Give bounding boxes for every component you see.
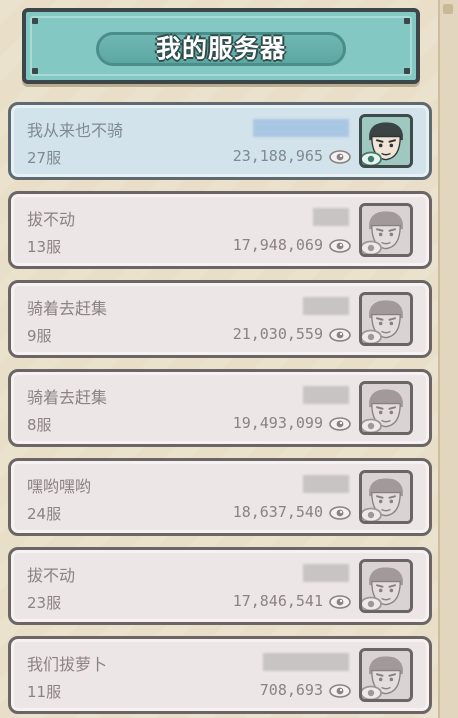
role-name: 拔不动 [27, 566, 76, 585]
hero-avatar-icon [359, 292, 413, 346]
server-card[interactable]: 嘿哟嘿哟 24服 18,637,540 [8, 458, 432, 536]
eye-badge-icon [362, 418, 382, 432]
server-card[interactable]: 拔不动 23服 17,846,541 [8, 547, 432, 625]
eye-badge-icon [362, 151, 382, 165]
server-card[interactable]: 骑着去赶集 8服 19,493,099 [8, 369, 432, 447]
hero-avatar-icon [359, 470, 413, 524]
role-name: 我从来也不骑 [27, 121, 124, 140]
page-title: 我的服务器 [155, 34, 286, 63]
rivet-icon [404, 18, 410, 24]
combat-power: 23,188,965 [232, 147, 323, 165]
power-row: 17,846,541 [233, 592, 351, 610]
power-row: 708,693 [260, 681, 351, 699]
eye-icon [329, 327, 351, 342]
redacted-guild-name [263, 653, 349, 671]
hero-avatar-icon [359, 114, 413, 168]
combat-power: 19,493,099 [232, 414, 323, 432]
power-row: 17,948,069 [233, 236, 351, 254]
power-row: 21,030,559 [233, 325, 351, 343]
redacted-guild-name [303, 475, 349, 493]
eye-icon [329, 149, 351, 164]
server-number: 24服 [27, 505, 62, 523]
power-row: 19,493,099 [233, 414, 351, 432]
eye-icon [329, 416, 351, 431]
hero-avatar-icon [359, 648, 413, 702]
role-name: 骑着去赶集 [27, 299, 108, 318]
server-number: 11服 [27, 683, 62, 701]
hero-avatar-icon [359, 559, 413, 613]
server-number: 23服 [27, 594, 62, 612]
combat-power: 17,846,541 [232, 592, 323, 610]
rivet-icon [32, 68, 38, 74]
redacted-guild-name [313, 208, 349, 226]
redacted-guild-name [303, 386, 349, 404]
redacted-guild-name [253, 119, 349, 137]
server-card[interactable]: 骑着去赶集 9服 21,030,559 [8, 280, 432, 358]
combat-power: 708,693 [259, 681, 323, 699]
server-number: 13服 [27, 238, 62, 256]
power-row: 18,637,540 [233, 503, 351, 521]
server-card[interactable]: 拔不动 13服 17,948,069 [8, 191, 432, 269]
eye-badge-icon [362, 507, 382, 521]
combat-power: 21,030,559 [232, 325, 323, 343]
eye-icon [329, 238, 351, 253]
header-banner: 我的服务器 [22, 8, 420, 84]
redacted-guild-name [303, 297, 349, 315]
eye-badge-icon [362, 329, 382, 343]
server-list: 我从来也不骑 27服 23,188,965 拔不动 13服 17,948,069 骑着去赶集… [8, 102, 432, 718]
server-card[interactable]: 我从来也不骑 27服 23,188,965 [8, 102, 432, 180]
role-name: 骑着去赶集 [27, 388, 108, 407]
role-name: 我们拔萝卜 [27, 655, 108, 674]
eye-icon [329, 683, 351, 698]
eye-badge-icon [362, 240, 382, 254]
scrollbar[interactable] [438, 0, 458, 718]
server-number: 9服 [27, 327, 52, 345]
role-name: 拔不动 [27, 210, 76, 229]
hero-avatar-icon [359, 203, 413, 257]
rivet-icon [32, 18, 38, 24]
role-name: 嘿哟嘿哟 [27, 477, 92, 496]
power-row: 23,188,965 [233, 147, 351, 165]
redacted-guild-name [303, 564, 349, 582]
combat-power: 17,948,069 [232, 236, 323, 254]
rivet-icon [404, 68, 410, 74]
eye-badge-icon [362, 685, 382, 699]
eye-icon [329, 594, 351, 609]
server-number: 8服 [27, 416, 52, 434]
server-number: 27服 [27, 149, 62, 167]
eye-icon [329, 505, 351, 520]
hero-avatar-icon [359, 381, 413, 435]
combat-power: 18,637,540 [232, 503, 323, 521]
eye-badge-icon [362, 596, 382, 610]
scrollbar-knob[interactable] [443, 4, 453, 14]
server-card[interactable]: 我们拔萝卜 11服 708,693 [8, 636, 432, 714]
